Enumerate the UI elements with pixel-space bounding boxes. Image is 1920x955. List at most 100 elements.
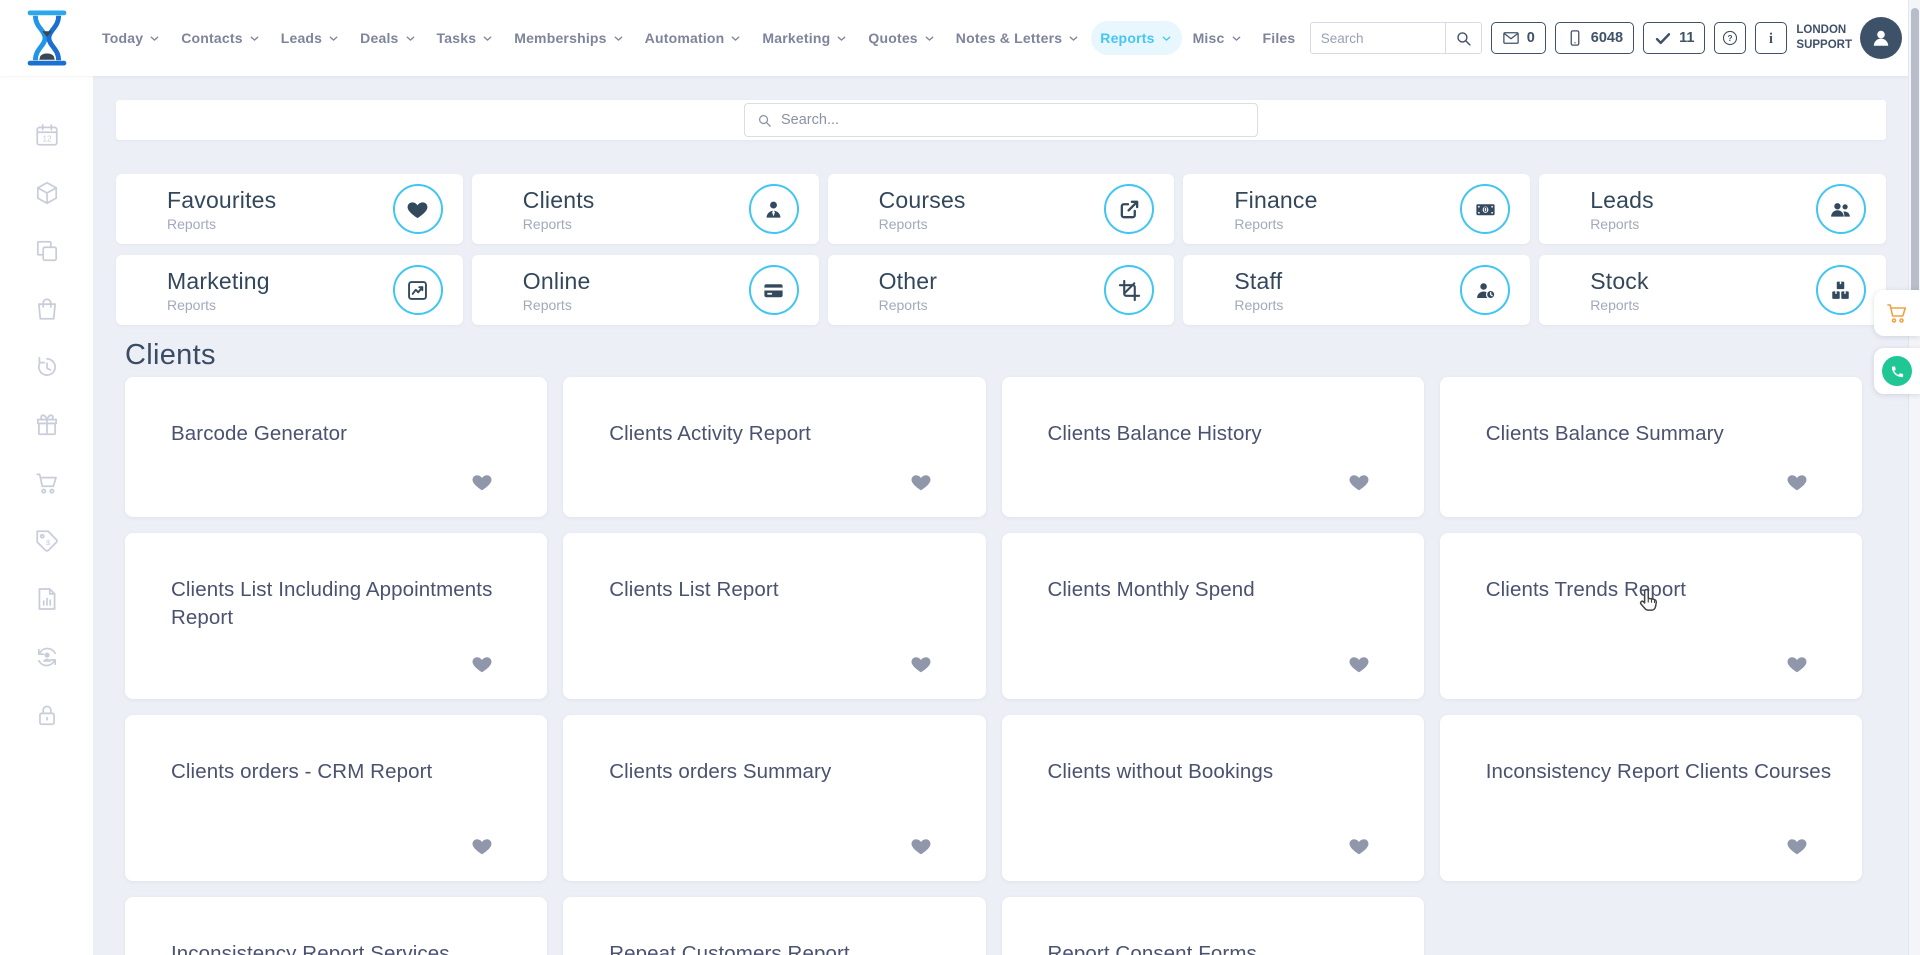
topbar-search-input[interactable] [1311,31,1445,46]
category-title: Courses [879,187,1105,214]
category-text: MarketingReports [167,268,393,313]
report-card-clients-balance-history[interactable]: Clients Balance History [1002,377,1424,517]
heart-icon[interactable] [471,653,493,675]
nav-item-label: Leads [281,30,322,46]
external-link-icon [1104,184,1154,234]
report-card-clients-activity-report[interactable]: Clients Activity Report [563,377,985,517]
report-card-clients-list-including-appointments-report[interactable]: Clients List Including Appointments Repo… [125,533,547,699]
report-card-clients-list-report[interactable]: Clients List Report [563,533,985,699]
price-tag-icon[interactable]: $ [34,528,60,554]
heart-icon[interactable] [910,653,932,675]
question-button[interactable]: ? [1714,22,1746,54]
nav-item-label: Tasks [437,30,477,46]
report-card-barcode-generator[interactable]: Barcode Generator [125,377,547,517]
nav-item-deals[interactable]: Deals [351,21,425,55]
category-card-favourites[interactable]: FavouritesReports [116,174,463,244]
heart-icon[interactable] [1786,653,1808,675]
nav-item-contacts[interactable]: Contacts [172,21,270,55]
envelope-button[interactable]: 0 [1491,22,1546,54]
lock-icon[interactable] [34,702,60,728]
category-card-marketing[interactable]: MarketingReports [116,255,463,325]
heart-icon[interactable] [1348,653,1370,675]
category-text: LeadsReports [1590,187,1816,232]
user-menu[interactable]: LONDON SUPPORT [1796,17,1902,59]
category-card-clients[interactable]: ClientsReports [472,174,819,244]
nav-item-misc[interactable]: Misc [1184,21,1252,55]
report-card-clients-balance-summary[interactable]: Clients Balance Summary [1440,377,1862,517]
avatar[interactable] [1860,17,1902,59]
category-card-staff[interactable]: StaffReports [1183,255,1530,325]
fab-phone-button[interactable] [1874,348,1920,394]
reports-search-input[interactable] [781,112,1245,128]
chevron-down-icon [1067,32,1080,45]
history-icon[interactable] [34,354,60,380]
info-icon: i [1762,29,1780,47]
report-title: Clients List Report [609,576,971,604]
reports-search [744,103,1258,137]
category-card-stock[interactable]: StockReports [1539,255,1886,325]
report-card-clients-orders-summary[interactable]: Clients orders Summary [563,715,985,881]
report-card-clients-orders-crm-report[interactable]: Clients orders - CRM Report [125,715,547,881]
heart-icon[interactable] [910,471,932,493]
category-card-other[interactable]: OtherReports [828,255,1175,325]
chevron-down-icon [1230,32,1243,45]
gift-icon[interactable] [34,412,60,438]
topbar-search-button[interactable] [1445,23,1481,53]
category-card-leads[interactable]: LeadsReports [1539,174,1886,244]
app-logo[interactable] [0,9,93,67]
info-button[interactable]: i [1755,22,1787,54]
scrollbar-thumb[interactable] [1911,8,1919,318]
report-card-repeat-customers-report[interactable]: Repeat Customers Report [563,897,985,955]
report-card-inconsistency-report-clients-courses[interactable]: Inconsistency Report Clients Courses [1440,715,1862,881]
mobile-button[interactable]: 6048 [1555,22,1634,54]
report-title: Inconsistency Report Clients Courses [1486,758,1848,786]
report-card-report-consent-forms[interactable]: Report Consent Forms [1002,897,1424,955]
category-subtitle: Reports [1234,297,1460,313]
chevron-down-icon [923,32,936,45]
nav-item-today[interactable]: Today [93,21,170,55]
nav-item-notes-letters[interactable]: Notes & Letters [947,21,1089,55]
svg-text:12: 12 [42,134,52,143]
category-card-online[interactable]: OnlineReports [472,255,819,325]
crop-icon [1104,265,1154,315]
badge-count: 6048 [1591,30,1623,46]
nav-item-marketing[interactable]: Marketing [753,21,857,55]
check-button[interactable]: 11 [1643,22,1705,54]
report-card-clients-trends-report[interactable]: Clients Trends Report [1440,533,1862,699]
shopping-bag-icon[interactable] [34,296,60,322]
nav-item-memberships[interactable]: Memberships [505,21,633,55]
report-card-inconsistency-report-services[interactable]: Inconsistency Report Services [125,897,547,955]
account-sync-icon[interactable] [34,644,60,670]
badge-count: 0 [1527,30,1535,46]
package-icon[interactable] [34,180,60,206]
nav-item-files[interactable]: Files [1254,21,1305,55]
nav-item-quotes[interactable]: Quotes [859,21,944,55]
scrollbar[interactable] [1908,0,1920,955]
shopping-cart-icon[interactable] [34,470,60,496]
category-card-courses[interactable]: CoursesReports [828,174,1175,244]
heart-icon[interactable] [1348,471,1370,493]
nav-item-leads[interactable]: Leads [272,21,349,55]
boxes-icon [1816,265,1866,315]
heart-icon[interactable] [1348,835,1370,857]
report-document-icon[interactable] [34,586,60,612]
nav-item-automation[interactable]: Automation [636,21,752,55]
heart-icon[interactable] [471,835,493,857]
category-title: Leads [1590,187,1816,214]
category-card-finance[interactable]: FinanceReports0 [1183,174,1530,244]
nav-item-reports[interactable]: Reports [1091,21,1181,55]
fab-cart-button[interactable] [1874,290,1920,336]
cart-icon [1885,301,1909,325]
nav-item-tasks[interactable]: Tasks [428,21,504,55]
heart-icon[interactable] [1786,835,1808,857]
heart-icon[interactable] [1786,471,1808,493]
calendar-icon[interactable]: 12 [34,122,60,148]
category-text: OtherReports [879,268,1105,313]
copy-icon[interactable] [34,238,60,264]
heart-icon[interactable] [471,471,493,493]
category-title: Other [879,268,1105,295]
report-card-clients-monthly-spend[interactable]: Clients Monthly Spend [1002,533,1424,699]
nav-item-label: Today [102,30,143,46]
heart-icon[interactable] [910,835,932,857]
report-card-clients-without-bookings[interactable]: Clients without Bookings [1002,715,1424,881]
